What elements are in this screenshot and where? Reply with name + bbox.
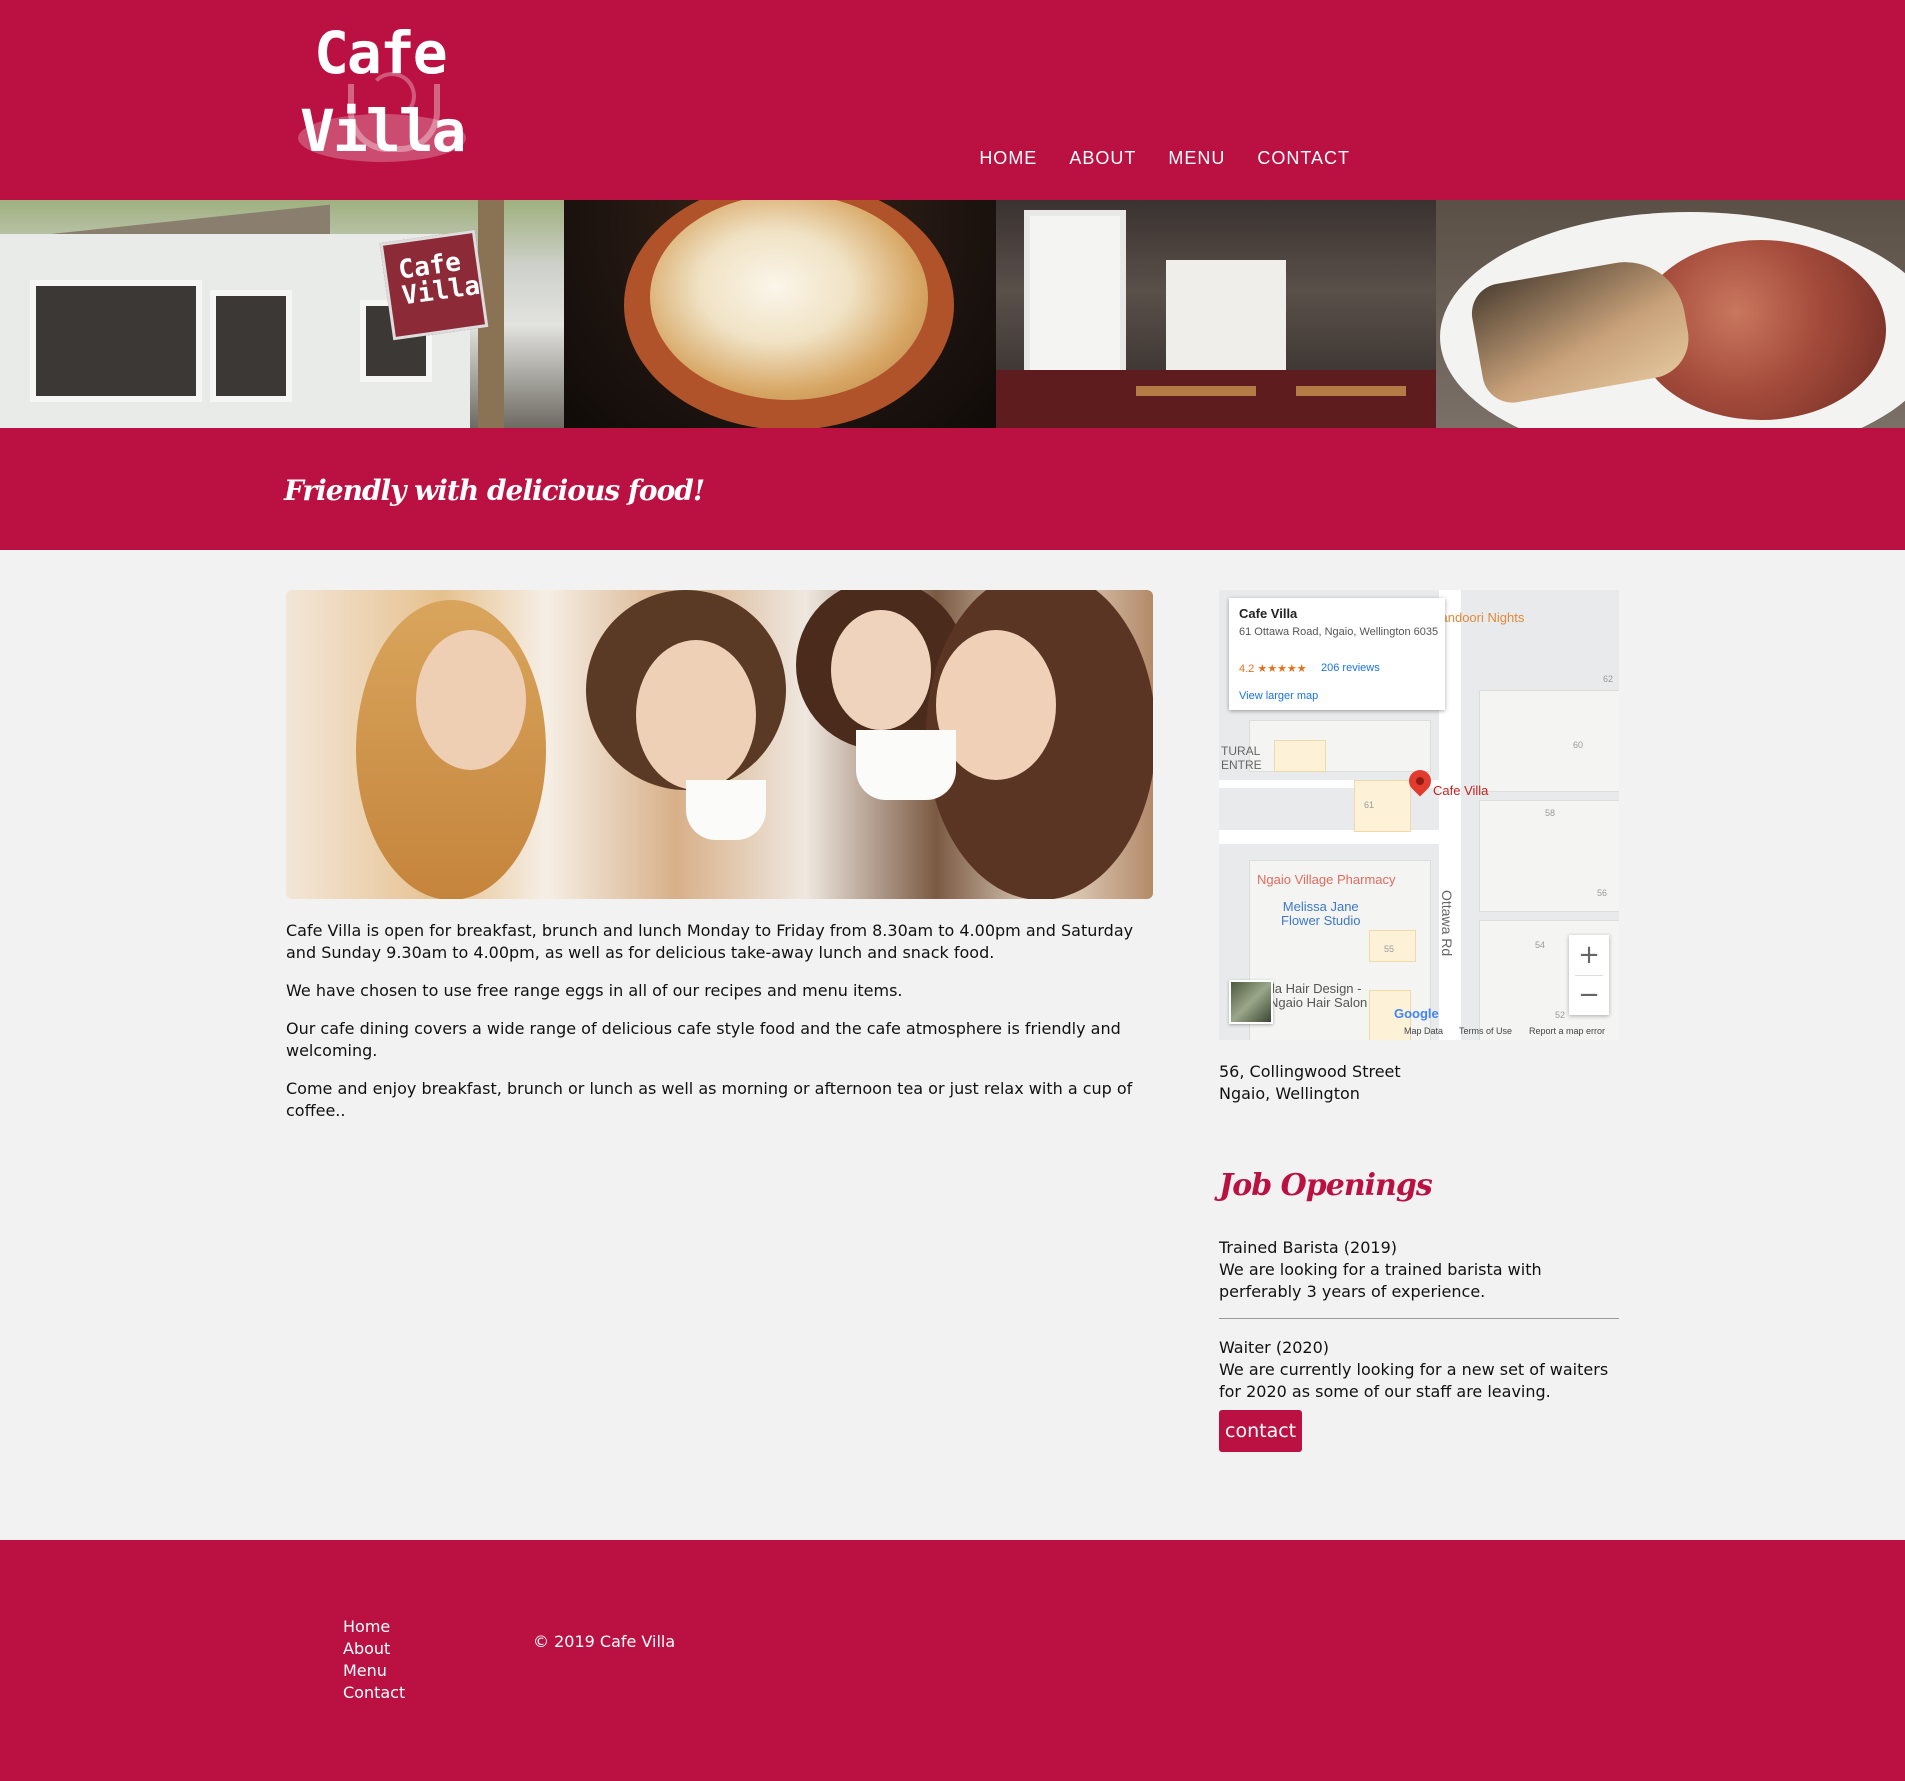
map-zoom-control: + − [1569,935,1609,1015]
job-title: Waiter (2020) [1219,1338,1330,1357]
map-number: 60 [1573,740,1584,750]
intro-paragraph: Come and enjoy breakfast, brunch or lunc… [286,1079,1133,1120]
tagline-heading: Friendly with delicious food! [284,474,705,507]
address-line2: Ngaio, Wellington [1219,1084,1360,1103]
map-label-centre: TURAL ENTRE [1221,744,1262,772]
footer-link-contact[interactable]: Contact [343,1682,405,1704]
nav-about[interactable]: ABOUT [1069,148,1136,169]
map-road-label: Ottawa Rd [1439,890,1455,957]
map-info-card: Cafe Villa 61 Ottawa Road, Ngaio, Wellin… [1229,598,1445,710]
job-listing: Trained Barista (2019) We are looking fo… [1219,1237,1621,1303]
map-rating: 4.2 ★★★★★ [1239,663,1307,675]
cafe-villa-logo[interactable]: Cafe Villa [296,22,476,182]
cafe-address: 56, Collingwood Street Ngaio, Wellington [1219,1061,1401,1105]
google-map-embed[interactable]: Tandoori Nights Cafe Villa Ngaio Village… [1219,590,1619,1040]
footer-link-about[interactable]: About [343,1638,405,1660]
food-plate-photo [1436,200,1905,428]
friends-coffee-photo [286,590,1153,899]
intro-paragraph: Cafe Villa is open for breakfast, brunch… [286,921,1134,962]
zoom-in-button[interactable]: + [1569,935,1609,975]
intro-paragraph: Our cafe dining covers a wide range of d… [286,1019,1121,1060]
nav-contact[interactable]: CONTACT [1257,148,1350,169]
nav-home[interactable]: HOME [979,148,1037,169]
contact-button[interactable]: contact [1219,1410,1302,1452]
site-header: Cafe Villa HOME ABOUT MENU CONTACT [0,0,1905,200]
address-line1: 56, Collingwood Street [1219,1062,1401,1081]
copyright-text: © 2019 Cafe Villa [533,1632,676,1651]
map-label-tandoori[interactable]: Tandoori Nights [1434,610,1524,625]
job-title: Trained Barista (2019) [1219,1238,1397,1257]
cafe-sign-text: Cafe Villa [396,247,482,312]
logo-text-line2: Villa [300,97,467,165]
site-footer [0,1540,1905,1781]
map-number: 61 [1364,800,1375,810]
photo-banner: Cafe Villa [0,200,1905,428]
job-description: We are currently looking for a new set o… [1219,1360,1609,1401]
intro-paragraph: We have chosen to use free range eggs in… [286,981,903,1000]
map-number: 54 [1535,940,1546,950]
street-view-thumbnail[interactable] [1229,980,1273,1024]
map-number: 52 [1555,1010,1566,1020]
map-number: 56 [1597,888,1608,898]
job-description: We are looking for a trained barista wit… [1219,1260,1542,1301]
footer-nav: Home About Menu Contact [343,1616,405,1704]
cafe-interior-photo [996,200,1436,428]
map-number: 62 [1603,674,1614,684]
zoom-out-button[interactable]: − [1569,975,1609,1015]
cafe-exterior-photo: Cafe Villa [0,200,564,428]
logo-text-line1: Cafe [314,19,448,87]
footer-link-menu[interactable]: Menu [343,1660,405,1682]
map-label-cafe-villa[interactable]: Cafe Villa [1433,783,1488,798]
map-label-hair-salon[interactable]: lla Hair Design - Ngaio Hair Salon [1269,982,1367,1010]
map-footer: Map Data Terms of Use Report a map error [1219,1020,1619,1040]
latte-photo [564,200,996,428]
map-data-link[interactable]: Map Data [1404,1026,1443,1036]
cafe-sign: Cafe Villa [379,229,489,341]
view-larger-map-link[interactable]: View larger map [1239,690,1318,702]
map-reviews-link[interactable]: 206 reviews [1321,662,1380,674]
nav-menu[interactable]: MENU [1168,148,1225,169]
job-divider [1219,1318,1619,1319]
job-listing: Waiter (2020) We are currently looking f… [1219,1337,1621,1403]
main-nav: HOME ABOUT MENU CONTACT [979,148,1350,169]
map-label-flower-studio[interactable]: Melissa Jane Flower Studio [1281,900,1360,928]
map-report-link[interactable]: Report a map error [1529,1026,1605,1036]
job-openings-heading: Job Openings [1219,1168,1433,1203]
map-info-title: Cafe Villa [1239,606,1298,621]
map-info-address: 61 Ottawa Road, Ngaio, Wellington 6035 [1239,626,1439,638]
map-label-pharmacy[interactable]: Ngaio Village Pharmacy [1257,872,1396,887]
map-terms-link[interactable]: Terms of Use [1459,1026,1512,1036]
intro-text: Cafe Villa is open for breakfast, brunch… [286,920,1156,1138]
google-logo: Google [1394,1006,1439,1021]
footer-link-home[interactable]: Home [343,1616,405,1638]
map-number: 55 [1384,944,1395,954]
map-number: 58 [1545,808,1556,818]
